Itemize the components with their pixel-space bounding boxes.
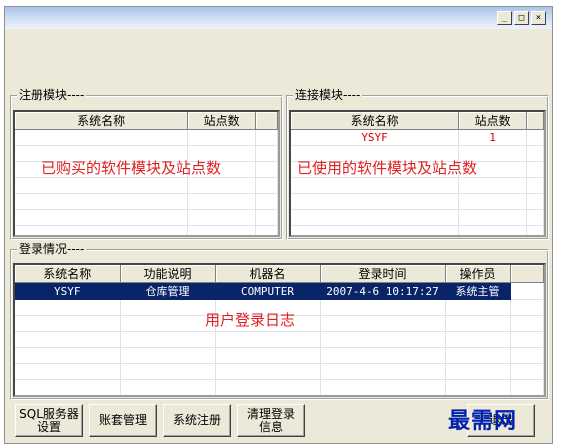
table-header-row: 系统名称 站点数: [291, 112, 544, 130]
sql-button-line1: SQL服务器: [19, 406, 79, 421]
cell-site-count: 1: [458, 129, 528, 146]
cell-login-time: 2007-4-6 10:17:27: [320, 282, 446, 300]
minimize-button[interactable]: _: [497, 11, 512, 25]
connect-module-legend: 连接模块----: [293, 88, 363, 102]
table-row[interactable]: [15, 331, 544, 348]
title-bar: _ □ ×: [5, 7, 552, 29]
table-header-row: 系统名称 功能说明 机器名 登录时间 操作员: [15, 265, 544, 283]
table-row[interactable]: [15, 225, 278, 235]
column-header-login-time[interactable]: 登录时间: [320, 265, 446, 283]
sql-button-line2: 设置: [36, 419, 61, 434]
clear-button-line1: 清理登录: [246, 406, 295, 421]
cell-system-name: YSYF: [291, 129, 460, 146]
column-header-operator[interactable]: 操作员: [445, 265, 511, 283]
close-button[interactable]: ×: [531, 11, 546, 25]
table-row[interactable]: [15, 363, 544, 380]
account-management-button[interactable]: 账套管理: [89, 404, 157, 437]
column-header-site-count[interactable]: 站点数: [187, 112, 257, 130]
column-header-function[interactable]: 功能说明: [120, 265, 216, 283]
column-header-filler: [510, 265, 544, 283]
table-row[interactable]: [15, 177, 278, 194]
cell-machine-name: COMPUTER: [215, 282, 321, 300]
column-header-machine-name[interactable]: 机器名: [215, 265, 321, 283]
column-header-system-name[interactable]: 系统名称: [291, 112, 460, 130]
clear-login-info-button[interactable]: 清理登录 信息: [237, 404, 305, 437]
cell-function: 仓库管理: [120, 282, 216, 300]
connect-overlay-label: 已使用的软件模块及站点数: [297, 159, 478, 177]
table-row[interactable]: [291, 225, 544, 235]
cell-operator: 系统主管: [445, 282, 511, 300]
table-row[interactable]: [291, 177, 544, 194]
watermark-logo: 最需网: [448, 408, 518, 434]
register-overlay-label: 已购买的软件模块及站点数: [41, 159, 222, 177]
table-row[interactable]: YSYF 仓库管理 COMPUTER 2007-4-6 10:17:27 系统主…: [15, 282, 544, 300]
table-row[interactable]: YSYF 1: [291, 129, 544, 146]
register-module-legend: 注册模块----: [17, 88, 87, 102]
table-row[interactable]: [15, 347, 544, 364]
cell-system-name: YSYF: [15, 282, 121, 300]
column-header-system-name[interactable]: 系统名称: [15, 112, 189, 130]
column-header-site-count[interactable]: 站点数: [458, 112, 528, 130]
sql-server-settings-button[interactable]: SQL服务器 设置: [15, 404, 83, 437]
table-row[interactable]: [291, 193, 544, 210]
column-header-filler: [255, 112, 278, 130]
table-row[interactable]: [15, 129, 278, 146]
system-register-button[interactable]: 系统注册: [163, 404, 231, 437]
table-header-row: 系统名称 站点数: [15, 112, 278, 130]
table-row[interactable]: [15, 209, 278, 226]
column-header-system-name[interactable]: 系统名称: [15, 265, 121, 283]
maximize-button[interactable]: □: [514, 11, 529, 25]
clear-button-line2: 信息: [258, 419, 283, 434]
login-status-legend: 登录情况----: [17, 242, 87, 256]
table-row[interactable]: [291, 209, 544, 226]
table-row[interactable]: [15, 379, 544, 395]
main-window: _ □ × 注册模块---- 系统名称 站点数 已购买的软件模块及站点数 连接模…: [4, 6, 553, 444]
column-header-filler: [526, 112, 544, 130]
table-row[interactable]: [15, 193, 278, 210]
login-overlay-label: 用户登录日志: [205, 311, 296, 329]
login-status-grid[interactable]: 系统名称 功能说明 机器名 登录时间 操作员 YSYF 仓库管理 COMPUTE…: [13, 263, 546, 397]
